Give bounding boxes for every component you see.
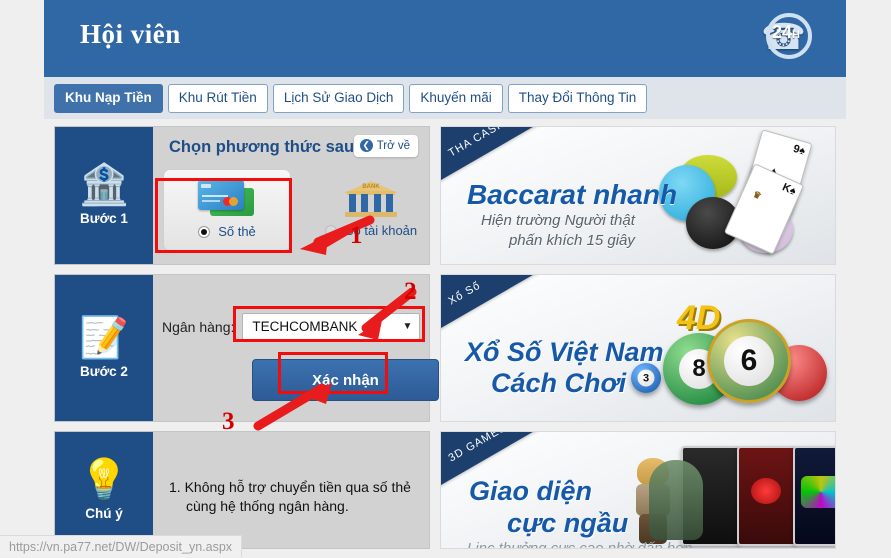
slot-reel-2: [737, 446, 797, 546]
reel-rainbow: [801, 476, 835, 508]
banner-3d-title-2: cực ngầu: [507, 508, 629, 538]
tab-list: Khu Nạp Tiền Khu Rút Tiền Lịch Sử Giao D…: [54, 84, 648, 113]
tab-lich-su-giao-dich[interactable]: Lịch Sử Giao Dịch: [272, 84, 405, 113]
step-3-label: Chú ý: [85, 505, 123, 521]
annotation-number-3: 3: [222, 408, 235, 435]
banner-3d-games[interactable]: 3D GAMES Giao diện cực ngầu Linc thưởng …: [440, 431, 836, 549]
back-button-label: Trở về: [376, 139, 410, 152]
step-2-sidebar: 📝 Bước 2: [55, 275, 153, 421]
banner-lottery-title-2: Cách Chơi: [491, 368, 627, 398]
bank-label: Ngân hàng:: [162, 318, 235, 335]
bank-sign: BANK: [362, 184, 380, 190]
annotation-number-2: 2: [404, 278, 417, 305]
chevron-left-icon: ❮: [359, 139, 373, 152]
promo-banner-column: THA CASINO 9♠ ♠ K♠ ♛ Baccarat: [440, 126, 836, 558]
site-header: Hội viên ☎ 24H: [44, 0, 846, 77]
tab-bar: Khu Nạp Tiền Khu Rút Tiền Lịch Sử Giao D…: [44, 77, 846, 119]
phone-24h-icon[interactable]: ☎ 24H: [760, 9, 816, 67]
dollar-circle-icon: 🏦: [79, 163, 129, 207]
annotation-number-1: 1: [350, 222, 363, 249]
banner-3d-ribbon-label: 3D GAMES: [446, 431, 509, 465]
bank-columns: [349, 194, 393, 214]
lightbulb-icon: 💡: [79, 457, 129, 502]
banner-lottery-title-1: Xổ Số Việt Nam: [465, 337, 664, 367]
back-button[interactable]: ❮ Trở về: [353, 135, 418, 157]
tab-khu-rut-tien[interactable]: Khu Rút Tiền: [167, 84, 268, 113]
choose-method-title: Chọn phương thức sau: [169, 138, 355, 156]
hotline-number: 24: [772, 22, 793, 42]
annotation-arrow-1: [300, 215, 375, 255]
tab-khu-nap-tien[interactable]: Khu Nạp Tiền: [54, 84, 163, 113]
tab-khuyen-mai[interactable]: Khuyến mãi: [409, 84, 503, 113]
game-character-2: [649, 460, 703, 540]
step-3-card: 💡 Chú ý 1. Không hỗ trợ chuyển tiền qua …: [54, 431, 430, 549]
banner-lottery-ribbon-label: Xổ Số: [446, 279, 483, 308]
ball-gold-number: 6: [724, 336, 774, 386]
note-line-1: Không hỗ trợ chuyển tiền qua số thẻ: [184, 479, 411, 495]
banner-casino-ribbon-label: THA CASINO: [446, 126, 519, 160]
note-number: 1.: [169, 479, 181, 495]
note-text: 1. Không hỗ trợ chuyển tiền qua số thẻ c…: [169, 478, 421, 516]
banner-lottery[interactable]: Xổ Số 4D 3 8 6 Xổ Số Việt Nam Cách Chơi: [440, 274, 836, 422]
banner-3d-sub: Linc thưởng cực cao nhờ đấp hơn: [467, 540, 693, 549]
banner-casino-sub-2: phấn khích 15 giây: [508, 232, 635, 249]
banner-lottery-ribbon: Xổ Số: [441, 275, 554, 343]
step-3-sidebar: 💡 Chú ý: [55, 432, 153, 548]
document-pen-icon: 📝: [79, 315, 129, 360]
reel-flower: [751, 478, 781, 504]
status-bar-url: https://vn.pa77.net/DW/Deposit_yn.aspx: [9, 539, 233, 554]
banner-casino-title: Baccarat nhanh: [467, 179, 678, 210]
banner-casino-sub-1: Hiện trường Người thật: [481, 212, 635, 229]
banner-3d-title-1: Giao diện: [469, 476, 593, 506]
step-3-body: 1. Không hỗ trợ chuyển tiền qua số thẻ c…: [153, 432, 429, 548]
page-title: Hội viên: [80, 19, 181, 49]
tab-thay-doi-thong-tin[interactable]: Thay Đổi Thông Tin: [507, 84, 648, 113]
bank-art: BANK: [344, 177, 398, 219]
step-1-label: Bước 1: [80, 211, 128, 226]
slot-reel-3: [793, 446, 835, 546]
step-1-sidebar: 🏦 Bước 1: [55, 127, 153, 264]
annotation-arrow-3: [253, 382, 332, 431]
page-wrapper: Hội viên ☎ 24H Khu Nạp Tiền Khu Rút Tiền…: [44, 0, 846, 557]
banner-casino[interactable]: THA CASINO 9♠ ♠ K♠ ♛ Baccarat: [440, 126, 836, 265]
step-2-label: Bước 2: [80, 363, 128, 379]
ball-blue-number: 3: [637, 369, 655, 387]
status-bar: https://vn.pa77.net/DW/Deposit_yn.aspx: [0, 535, 243, 557]
hotline-suffix: H: [792, 29, 800, 41]
banner-casino-sub: Hiện trường Người thật phấn khích 15 giâ…: [481, 211, 635, 251]
hotline-label: 24H: [772, 22, 816, 43]
note-line-2: cùng hệ thống ngân hàng.: [186, 498, 349, 514]
ball-gold: 6: [707, 319, 791, 403]
